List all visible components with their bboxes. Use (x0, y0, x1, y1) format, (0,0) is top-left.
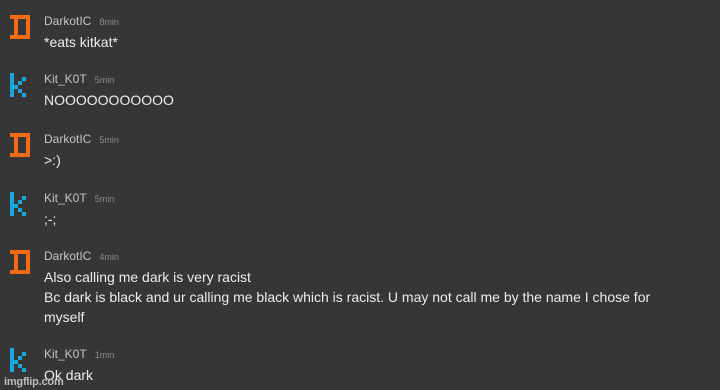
message-header: Kit_K0T 5min (44, 71, 114, 87)
message-text: *eats kitkat* (44, 32, 704, 52)
orange-pixel-d-avatar-icon[interactable] (10, 15, 30, 39)
message-header: DarkotIC 5min (44, 131, 119, 147)
message-line: >:) (44, 152, 61, 168)
message-header: Kit_K0T 5min (44, 190, 114, 206)
orange-pixel-d-avatar-icon[interactable] (10, 250, 30, 274)
message-line: Ok dark (44, 367, 94, 383)
timestamp: 1min (94, 350, 115, 360)
username[interactable]: DarkotIC (44, 14, 91, 28)
message-text: ;-; (44, 209, 704, 229)
message-header: DarkotIC 8min (44, 13, 119, 29)
timestamp: 5min (94, 75, 115, 85)
message-header: DarkotIC 4min (44, 248, 119, 264)
message-line: *eats kitkat* (44, 34, 118, 50)
blue-pixel-k-avatar-icon[interactable] (10, 192, 30, 216)
timestamp: 8min (99, 17, 119, 27)
username[interactable]: DarkotIC (44, 249, 91, 263)
message-text: Also calling me dark is very racist Bc d… (44, 267, 704, 327)
message-header: Kit_K0T 1min (44, 346, 114, 362)
timestamp: 4min (99, 252, 119, 262)
message-text: >:) (44, 150, 704, 170)
timestamp: 5min (99, 135, 119, 145)
chat-log: DarkotIC 8min *eats kitkat* Kit_K0T 5min N… (0, 0, 720, 390)
message-text: NOOOOOOOOOOO (44, 90, 704, 110)
message-line: ;-; (44, 211, 57, 227)
blue-pixel-k-avatar-icon[interactable] (10, 348, 30, 372)
orange-pixel-d-avatar-icon[interactable] (10, 133, 30, 157)
timestamp: 5min (94, 194, 115, 204)
message-line: NOOOOOOOOOOO (44, 92, 174, 108)
message-line: myself (44, 309, 85, 325)
message-line: Bc dark is black and ur calling me black… (44, 289, 651, 305)
message-line: Also calling me dark is very racist (44, 269, 251, 285)
message-text: Ok dark (44, 365, 704, 385)
blue-pixel-k-avatar-icon[interactable] (10, 73, 30, 97)
imgflip-watermark: imgflip.com (4, 376, 64, 388)
username[interactable]: Kit_K0T (44, 72, 87, 86)
username[interactable]: DarkotIC (44, 132, 91, 146)
username[interactable]: Kit_K0T (44, 347, 87, 361)
username[interactable]: Kit_K0T (44, 191, 87, 205)
